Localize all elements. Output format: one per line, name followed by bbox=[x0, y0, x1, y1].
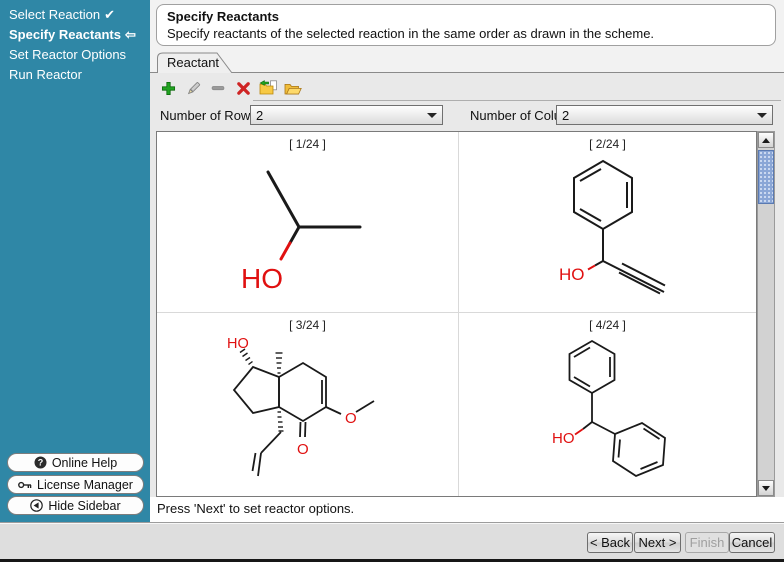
finish-button: Finish bbox=[685, 532, 729, 553]
columns-value: 2 bbox=[562, 108, 569, 123]
next-button[interactable]: Next > bbox=[634, 532, 681, 553]
key-icon bbox=[18, 479, 32, 491]
rows-value: 2 bbox=[256, 108, 263, 123]
scrollbar-thumb[interactable] bbox=[758, 150, 774, 204]
license-manager-button[interactable]: License Manager bbox=[7, 475, 144, 494]
check-icon: ✔ bbox=[104, 7, 115, 22]
hide-sidebar-label: Hide Sidebar bbox=[48, 499, 120, 513]
reactant-grid: [ 1/24 ] HO [ 2/24 ] bbox=[156, 131, 757, 497]
molecule-structure: HO bbox=[157, 132, 458, 312]
atom-label-o-methoxy: O bbox=[345, 410, 357, 427]
online-help-button[interactable]: ? Online Help bbox=[7, 453, 144, 472]
atom-label-oh: HO bbox=[227, 336, 249, 352]
edit-pencil-icon bbox=[185, 80, 202, 97]
grid-scrollbar[interactable] bbox=[757, 131, 775, 497]
delete-all-button[interactable] bbox=[232, 79, 254, 97]
remove-structure-button[interactable] bbox=[207, 79, 229, 97]
page-description: Specify reactants of the selected reacti… bbox=[167, 26, 765, 41]
atom-label-oh: HO bbox=[552, 430, 575, 447]
molecule-structure: HO O O bbox=[157, 313, 458, 496]
step-label: Run Reactor bbox=[9, 67, 82, 82]
step-label: Select Reaction bbox=[9, 7, 100, 22]
atom-label-oh: HO bbox=[559, 265, 585, 284]
online-help-label: Online Help bbox=[52, 456, 117, 470]
svg-text:?: ? bbox=[38, 458, 44, 468]
hide-sidebar-button[interactable]: Hide Sidebar bbox=[7, 496, 144, 515]
wizard-sidebar: Select Reaction ✔ Specify Reactants ⇦ Set … bbox=[0, 0, 150, 522]
add-structure-button[interactable] bbox=[157, 79, 179, 97]
edit-structure-button[interactable] bbox=[182, 79, 204, 97]
arrow-down-icon bbox=[762, 486, 770, 491]
hide-sidebar-icon bbox=[30, 499, 43, 512]
cancel-button[interactable]: Cancel bbox=[729, 532, 775, 553]
page-title: Specify Reactants bbox=[167, 9, 765, 24]
add-icon bbox=[161, 81, 176, 96]
reactant-cell-1[interactable]: [ 1/24 ] HO bbox=[157, 132, 458, 312]
rows-combobox[interactable]: 2 bbox=[250, 105, 443, 125]
wizard-steps: Select Reaction ✔ Specify Reactants ⇦ Set … bbox=[9, 5, 136, 85]
import-icon bbox=[259, 80, 278, 96]
tab-reactant[interactable]: Reactant bbox=[157, 52, 237, 73]
license-manager-label: License Manager bbox=[37, 478, 133, 492]
toolbar-separator bbox=[253, 100, 781, 101]
step-run-reactor[interactable]: Run Reactor bbox=[9, 65, 136, 85]
molecule-structure: HO bbox=[459, 132, 756, 312]
reactant-cell-3[interactable]: [ 3/24 ] bbox=[157, 313, 458, 496]
tab-reactant-label: Reactant bbox=[167, 55, 219, 70]
arrow-up-icon bbox=[762, 138, 770, 143]
open-folder-icon bbox=[284, 81, 302, 96]
reactant-cell-2[interactable]: [ 2/24 ] HO bbox=[459, 132, 756, 312]
columns-combobox[interactable]: 2 bbox=[556, 105, 773, 125]
atom-label-o-ketone: O bbox=[297, 441, 309, 458]
remove-minus-icon bbox=[211, 81, 225, 95]
wizard-footer: < Back Next > Finish Cancel bbox=[0, 522, 784, 559]
step-label: Set Reactor Options bbox=[9, 47, 126, 62]
scroll-up-button[interactable] bbox=[758, 132, 774, 148]
step-select-reaction[interactable]: Select Reaction ✔ bbox=[9, 5, 136, 25]
wizard-header: Specify Reactants Specify reactants of t… bbox=[156, 4, 776, 46]
current-step-arrow-icon: ⇦ bbox=[125, 27, 136, 42]
scroll-down-button[interactable] bbox=[758, 480, 774, 496]
reactant-cell-4[interactable]: [ 4/24 ] HO bbox=[459, 313, 756, 496]
help-icon: ? bbox=[34, 456, 47, 469]
rows-label: Number of Rows bbox=[160, 108, 257, 123]
molecule-structure: HO bbox=[459, 313, 756, 496]
chevron-down-icon bbox=[427, 113, 437, 118]
back-button[interactable]: < Back bbox=[587, 532, 633, 553]
atom-label-oh: HO bbox=[241, 263, 283, 294]
reactant-toolbar bbox=[157, 78, 304, 98]
step-specify-reactants[interactable]: Specify Reactants ⇦ bbox=[9, 25, 136, 45]
delete-x-icon bbox=[236, 81, 251, 96]
status-bar: Press 'Next' to set reactor options. bbox=[150, 497, 784, 522]
chevron-down-icon bbox=[757, 113, 767, 118]
import-structures-button[interactable] bbox=[257, 79, 279, 97]
step-set-reactor-options[interactable]: Set Reactor Options bbox=[9, 45, 136, 65]
open-file-button[interactable] bbox=[282, 79, 304, 97]
step-label: Specify Reactants bbox=[9, 27, 121, 42]
